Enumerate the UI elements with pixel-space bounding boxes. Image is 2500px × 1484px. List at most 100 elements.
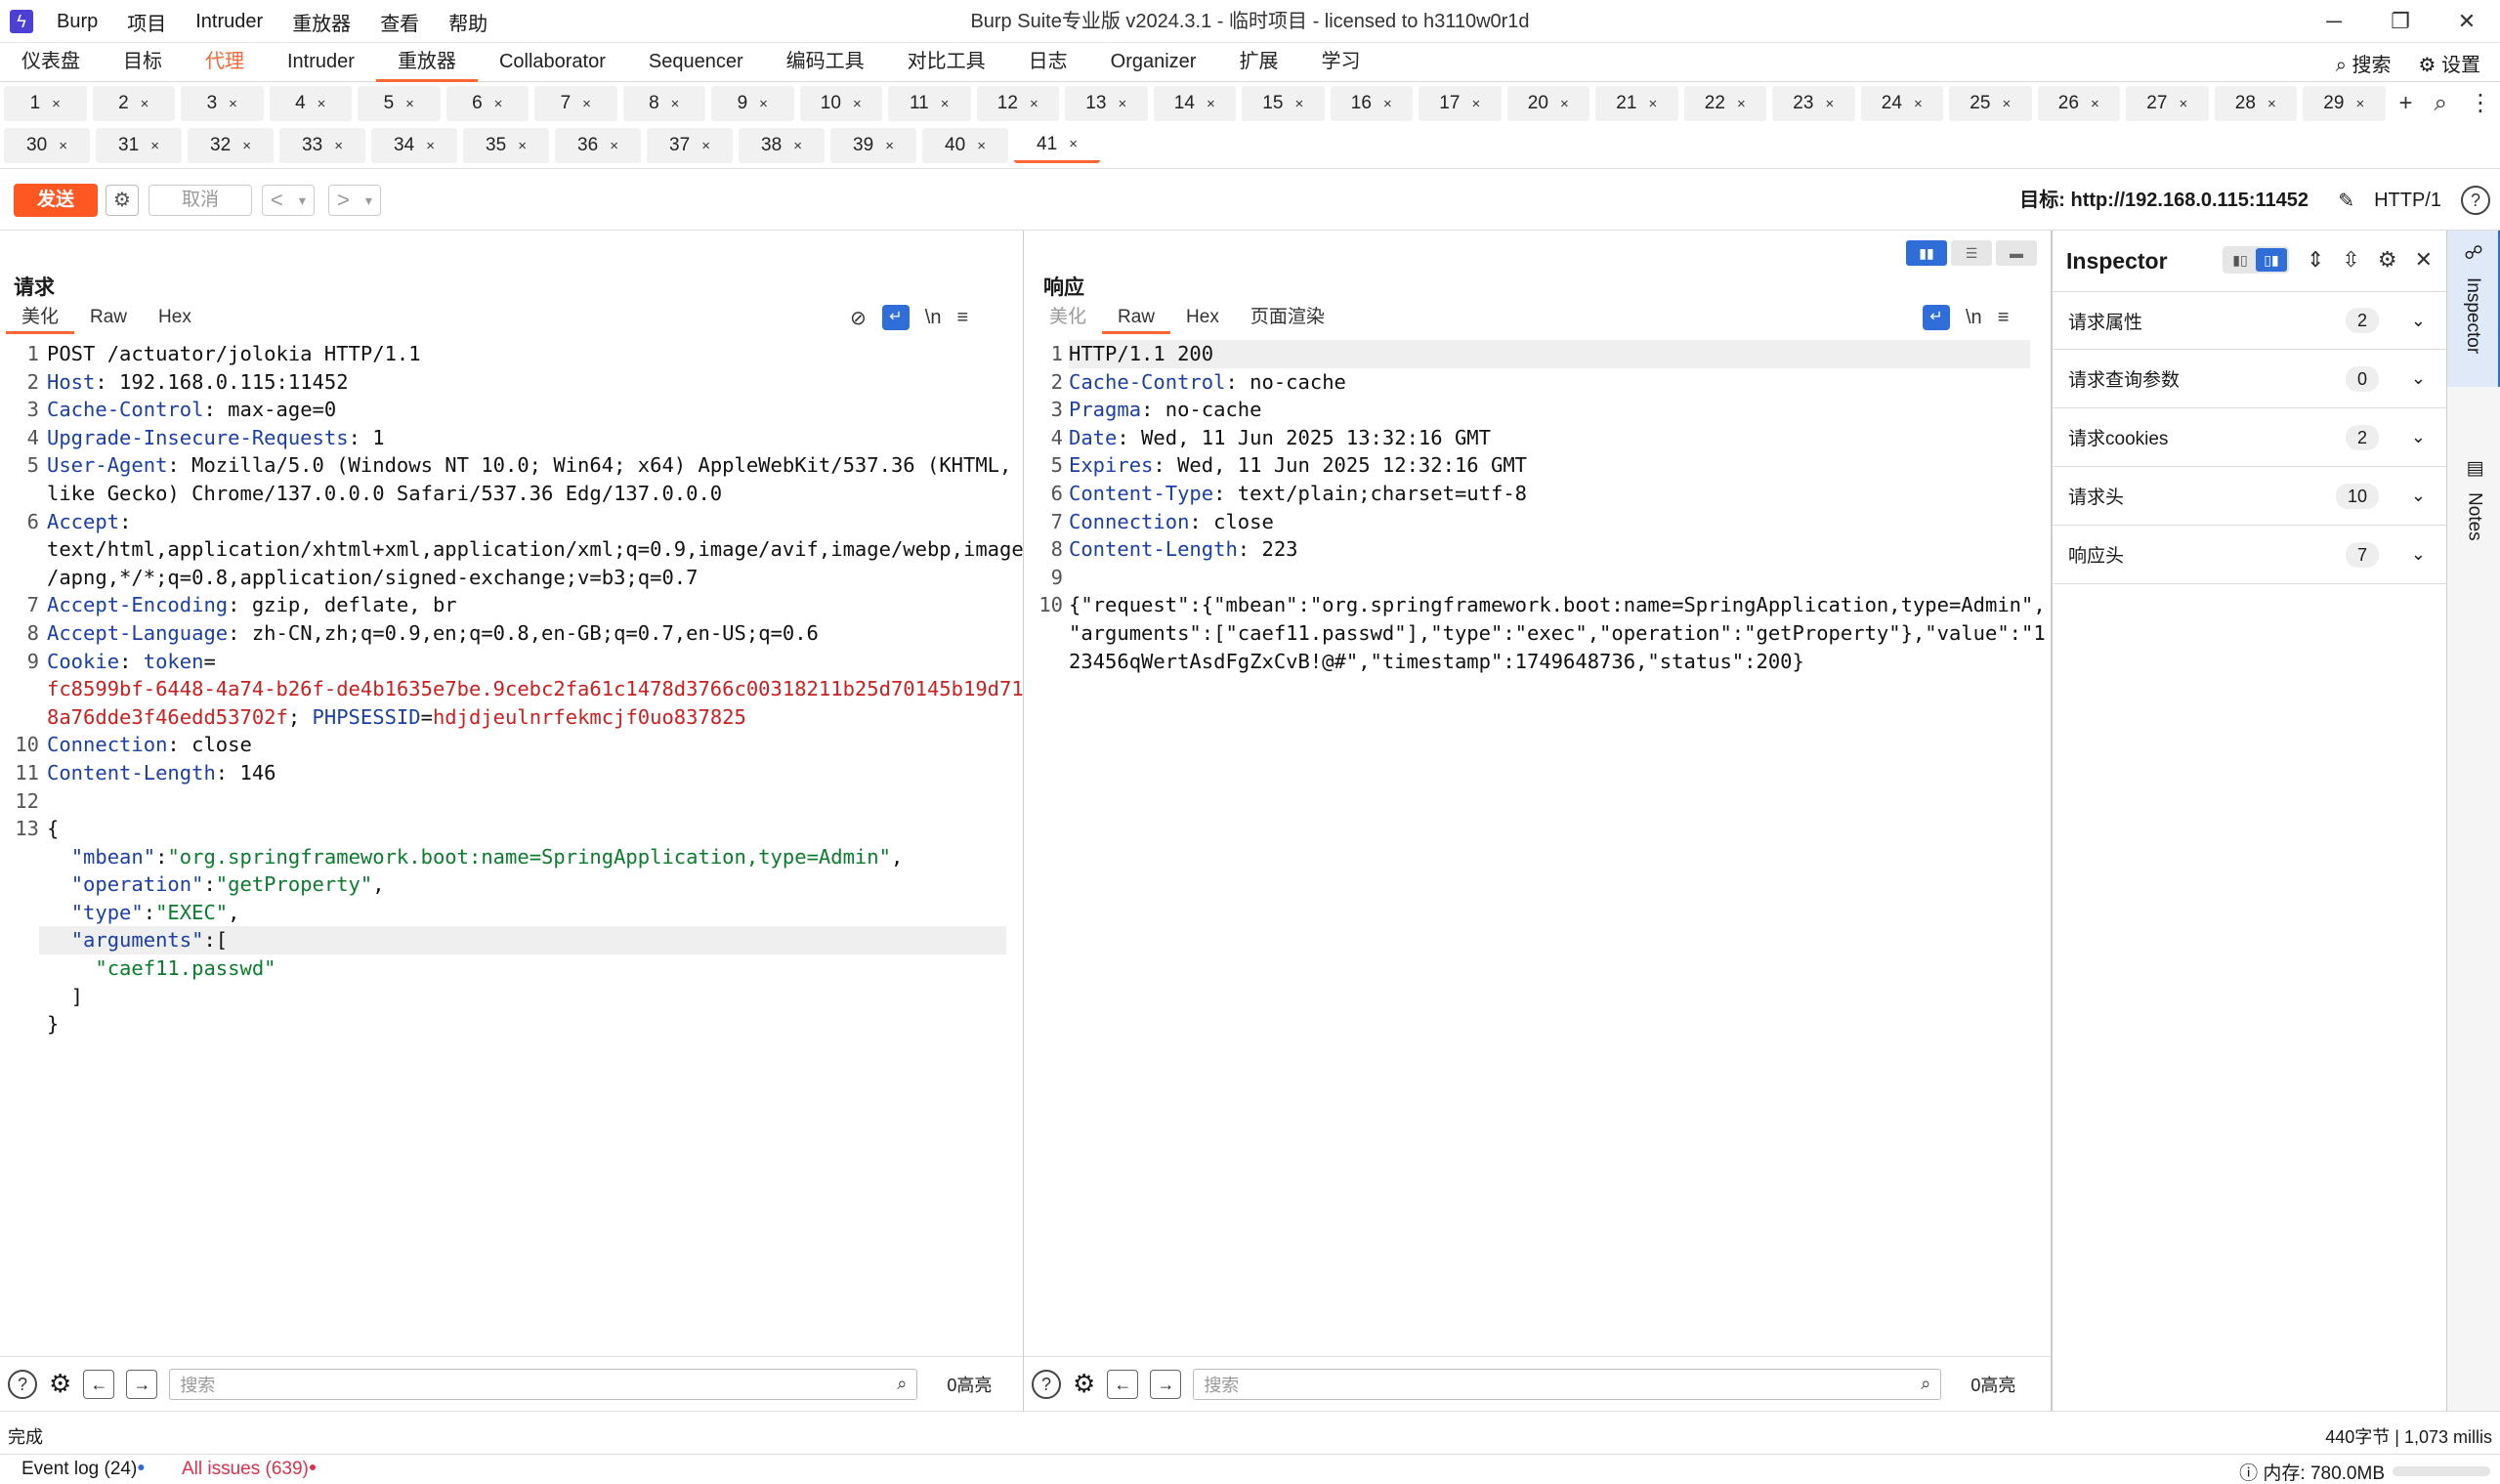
tab-sequencer[interactable]: Sequencer	[627, 43, 765, 82]
repeater-tab-3[interactable]: 3 ×	[181, 86, 264, 121]
layout-left-icon[interactable]: ▮▯	[2225, 248, 2256, 272]
repeater-tab-39[interactable]: 39 ×	[830, 128, 916, 163]
edit-target-icon[interactable]: ✎	[2338, 189, 2354, 213]
chevron-down-icon[interactable]: ⌄	[2411, 427, 2426, 447]
close-window-button[interactable]: ✕	[2434, 0, 2500, 43]
repeater-tab-16[interactable]: 16 ×	[1330, 86, 1413, 121]
arrow-left-icon[interactable]: ←	[83, 1369, 115, 1399]
inspector-row-request-attributes[interactable]: 请求属性 2 ⌄	[2053, 291, 2447, 350]
repeater-tab-6[interactable]: 6 ×	[445, 86, 529, 121]
request-tab-raw[interactable]: Raw	[74, 303, 143, 334]
tab-intruder[interactable]: Intruder	[266, 43, 376, 82]
help-icon[interactable]: ?	[8, 1369, 37, 1399]
close-icon[interactable]: ×	[759, 96, 768, 112]
menu-view[interactable]: 查看	[380, 8, 419, 36]
chevron-down-icon[interactable]: ⌄	[2411, 311, 2426, 331]
repeater-tab-8[interactable]: 8 ×	[622, 86, 705, 121]
repeater-tab-15[interactable]: 15 ×	[1242, 86, 1325, 121]
close-icon[interactable]: ×	[518, 138, 527, 154]
close-icon[interactable]: ×	[494, 96, 503, 112]
tab-extensions[interactable]: 扩展	[1217, 43, 1299, 82]
event-log-link[interactable]: Event log (24)●	[21, 1459, 146, 1480]
inspector-row-response-headers[interactable]: 响应头 7 ⌄	[2053, 526, 2447, 584]
hide-icon[interactable]: ⊘	[850, 306, 867, 330]
close-icon[interactable]: ×	[1118, 96, 1126, 112]
repeater-tab-40[interactable]: 40 ×	[922, 128, 1008, 163]
tab-comparer[interactable]: 对比工具	[886, 43, 1007, 82]
repeater-tab-29[interactable]: 29 ×	[2303, 86, 2386, 121]
settings-button[interactable]: ⚙ 设置	[2419, 49, 2481, 77]
response-editor[interactable]: 1 2 3 4 5 6 7 8 9 10 HTTP/1.1 200 Cache-Control: …	[1024, 340, 2046, 1356]
repeater-tab-36[interactable]: 36 ×	[555, 128, 641, 163]
repeater-tab-5[interactable]: 5 ×	[358, 86, 441, 121]
repeater-tab-1[interactable]: 1 ×	[4, 86, 87, 121]
tab-organizer[interactable]: Organizer	[1089, 43, 1218, 82]
maximize-button[interactable]: ❐	[2367, 0, 2434, 43]
minimize-button[interactable]: ─	[2301, 0, 2367, 43]
help-icon[interactable]: ?	[1032, 1369, 1061, 1399]
inspector-row-cookies[interactable]: 请求cookies 2 ⌄	[2053, 408, 2447, 467]
repeater-tab-37[interactable]: 37 ×	[647, 128, 733, 163]
repeater-tab-9[interactable]: 9 ×	[711, 86, 794, 121]
close-icon[interactable]: ×	[1471, 96, 1480, 112]
close-icon[interactable]: ×	[671, 96, 680, 112]
close-icon[interactable]: ×	[610, 138, 618, 154]
tab-proxy[interactable]: 代理	[184, 43, 266, 82]
close-icon[interactable]: ×	[1560, 96, 1569, 112]
repeater-tab-21[interactable]: 21 ×	[1595, 86, 1678, 121]
repeater-tab-4[interactable]: 4 ×	[269, 86, 352, 121]
collapse-all-icon[interactable]: ⇳	[2342, 247, 2359, 273]
repeater-tab-32[interactable]: 32 ×	[188, 128, 274, 163]
repeater-tab-11[interactable]: 11 ×	[888, 86, 971, 121]
close-icon[interactable]: ×	[793, 138, 802, 154]
repeater-tab-24[interactable]: 24 ×	[1860, 86, 1943, 121]
more-icon[interactable]: ⋮	[2461, 83, 2500, 124]
repeater-tab-10[interactable]: 10 ×	[799, 86, 882, 121]
chevron-right-icon[interactable]: >	[329, 188, 358, 213]
repeater-tab-41[interactable]: 41 ×	[1014, 128, 1100, 163]
close-icon[interactable]: ×	[229, 96, 237, 112]
close-icon[interactable]: ×	[59, 138, 67, 154]
add-tab-icon[interactable]: +	[2392, 83, 2421, 124]
response-tab-hex[interactable]: Hex	[1170, 303, 1235, 334]
tab-logger[interactable]: 日志	[1007, 43, 1089, 82]
close-icon[interactable]: ×	[141, 96, 149, 112]
inspector-row-query-params[interactable]: 请求查询参数 0 ⌄	[2053, 350, 2447, 408]
repeater-tab-2[interactable]: 2 ×	[92, 86, 175, 121]
tab-collaborator[interactable]: Collaborator	[478, 43, 627, 82]
tab-repeater[interactable]: 重放器	[375, 43, 478, 82]
repeater-tab-17[interactable]: 17 ×	[1419, 86, 1502, 121]
tab-target[interactable]: 目标	[102, 43, 184, 82]
close-icon[interactable]: ×	[853, 96, 862, 112]
request-editor[interactable]: 1 2 3 4 5 6 7 8 9 10 11 12 13 POST /actuator/jolokia…	[0, 340, 1023, 1356]
chevron-left-icon[interactable]: <	[263, 188, 291, 213]
repeater-tab-25[interactable]: 25 ×	[1949, 86, 2032, 121]
repeater-tab-14[interactable]: 14 ×	[1153, 86, 1236, 121]
close-icon[interactable]: ×	[1648, 96, 1657, 112]
inspector-layout-toggle[interactable]: ▮▯ ▯▮	[2222, 246, 2289, 274]
repeater-tab-34[interactable]: 34 ×	[371, 128, 457, 163]
gear-icon[interactable]: ⚙	[2378, 247, 2397, 273]
repeater-tab-31[interactable]: 31 ×	[96, 128, 182, 163]
menu-icon[interactable]: ≡	[1998, 307, 2010, 329]
chevron-down-icon[interactable]: ⌄	[2411, 486, 2426, 506]
repeater-tab-27[interactable]: 27 ×	[2126, 86, 2209, 121]
close-icon[interactable]: ×	[1030, 96, 1038, 112]
response-tab-raw[interactable]: Raw	[1102, 303, 1171, 334]
close-icon[interactable]: ×	[405, 96, 414, 112]
chevron-down-icon[interactable]: ▾	[291, 192, 314, 209]
repeater-tab-12[interactable]: 12 ×	[976, 86, 1059, 121]
chevron-down-icon[interactable]: ▾	[358, 192, 380, 209]
close-icon[interactable]: ×	[334, 138, 343, 154]
menu-intruder[interactable]: Intruder	[195, 11, 263, 33]
layout-right-icon[interactable]: ▯▮	[2255, 248, 2287, 272]
split-horizontal-icon[interactable]: ☰	[1951, 240, 1992, 266]
close-icon[interactable]: ×	[2355, 96, 2364, 112]
wrap-icon[interactable]: ↵	[881, 305, 910, 330]
request-search-input[interactable]: 搜索 ⌕	[169, 1368, 918, 1400]
repeater-tab-28[interactable]: 28 ×	[2214, 86, 2297, 121]
close-icon[interactable]: ×	[977, 138, 986, 154]
close-icon[interactable]: ×	[941, 96, 950, 112]
repeater-tab-20[interactable]: 20 ×	[1506, 86, 1589, 121]
protocol-selector[interactable]: HTTP/1	[2374, 190, 2441, 212]
